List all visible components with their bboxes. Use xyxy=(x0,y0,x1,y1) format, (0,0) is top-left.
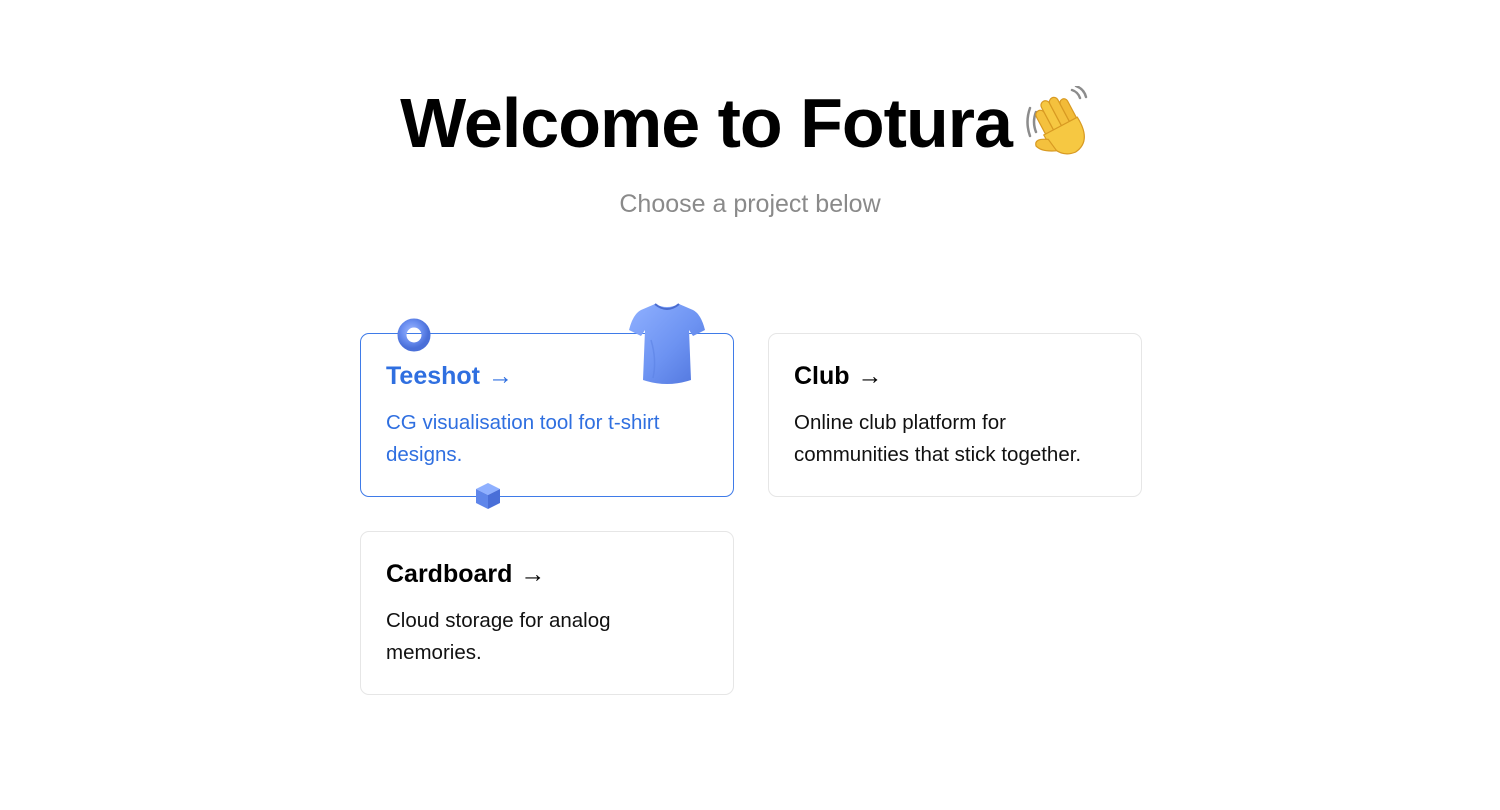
card-title[interactable]: Teeshot → xyxy=(386,360,513,392)
card-description: Cloud storage for analog memories. xyxy=(386,609,611,664)
waving-hand-icon xyxy=(1026,85,1088,155)
card-title-text: Cardboard xyxy=(386,560,513,588)
arrow-right-icon: → xyxy=(520,560,546,588)
page: Welcome to Fotura Choose a project below… xyxy=(0,0,1500,810)
project-card-club[interactable]: Club → Online club platform for communiti… xyxy=(768,333,1142,497)
arrow-right-icon: → xyxy=(857,362,883,390)
card-title-text: Club xyxy=(794,362,850,390)
card-description: CG visualisation tool for t-shirt design… xyxy=(386,411,660,466)
project-card-cardboard[interactable]: Cardboard → Cloud storage for analog memo… xyxy=(360,531,734,695)
t-shirt-icon xyxy=(629,303,705,384)
page-title: Welcome to Fotura xyxy=(0,78,1500,168)
card-title-text: Teeshot xyxy=(386,362,480,390)
page-title-text: Welcome to Fotura xyxy=(400,84,1013,162)
card-description: Online club platform for communities tha… xyxy=(794,411,1082,466)
page-subtitle: Choose a project below xyxy=(619,190,881,218)
card-title[interactable]: Club → xyxy=(794,360,883,392)
torus-icon xyxy=(397,318,431,352)
cube-icon xyxy=(476,483,500,509)
arrow-right-icon: → xyxy=(488,362,513,390)
card-title[interactable]: Cardboard → xyxy=(386,558,545,590)
